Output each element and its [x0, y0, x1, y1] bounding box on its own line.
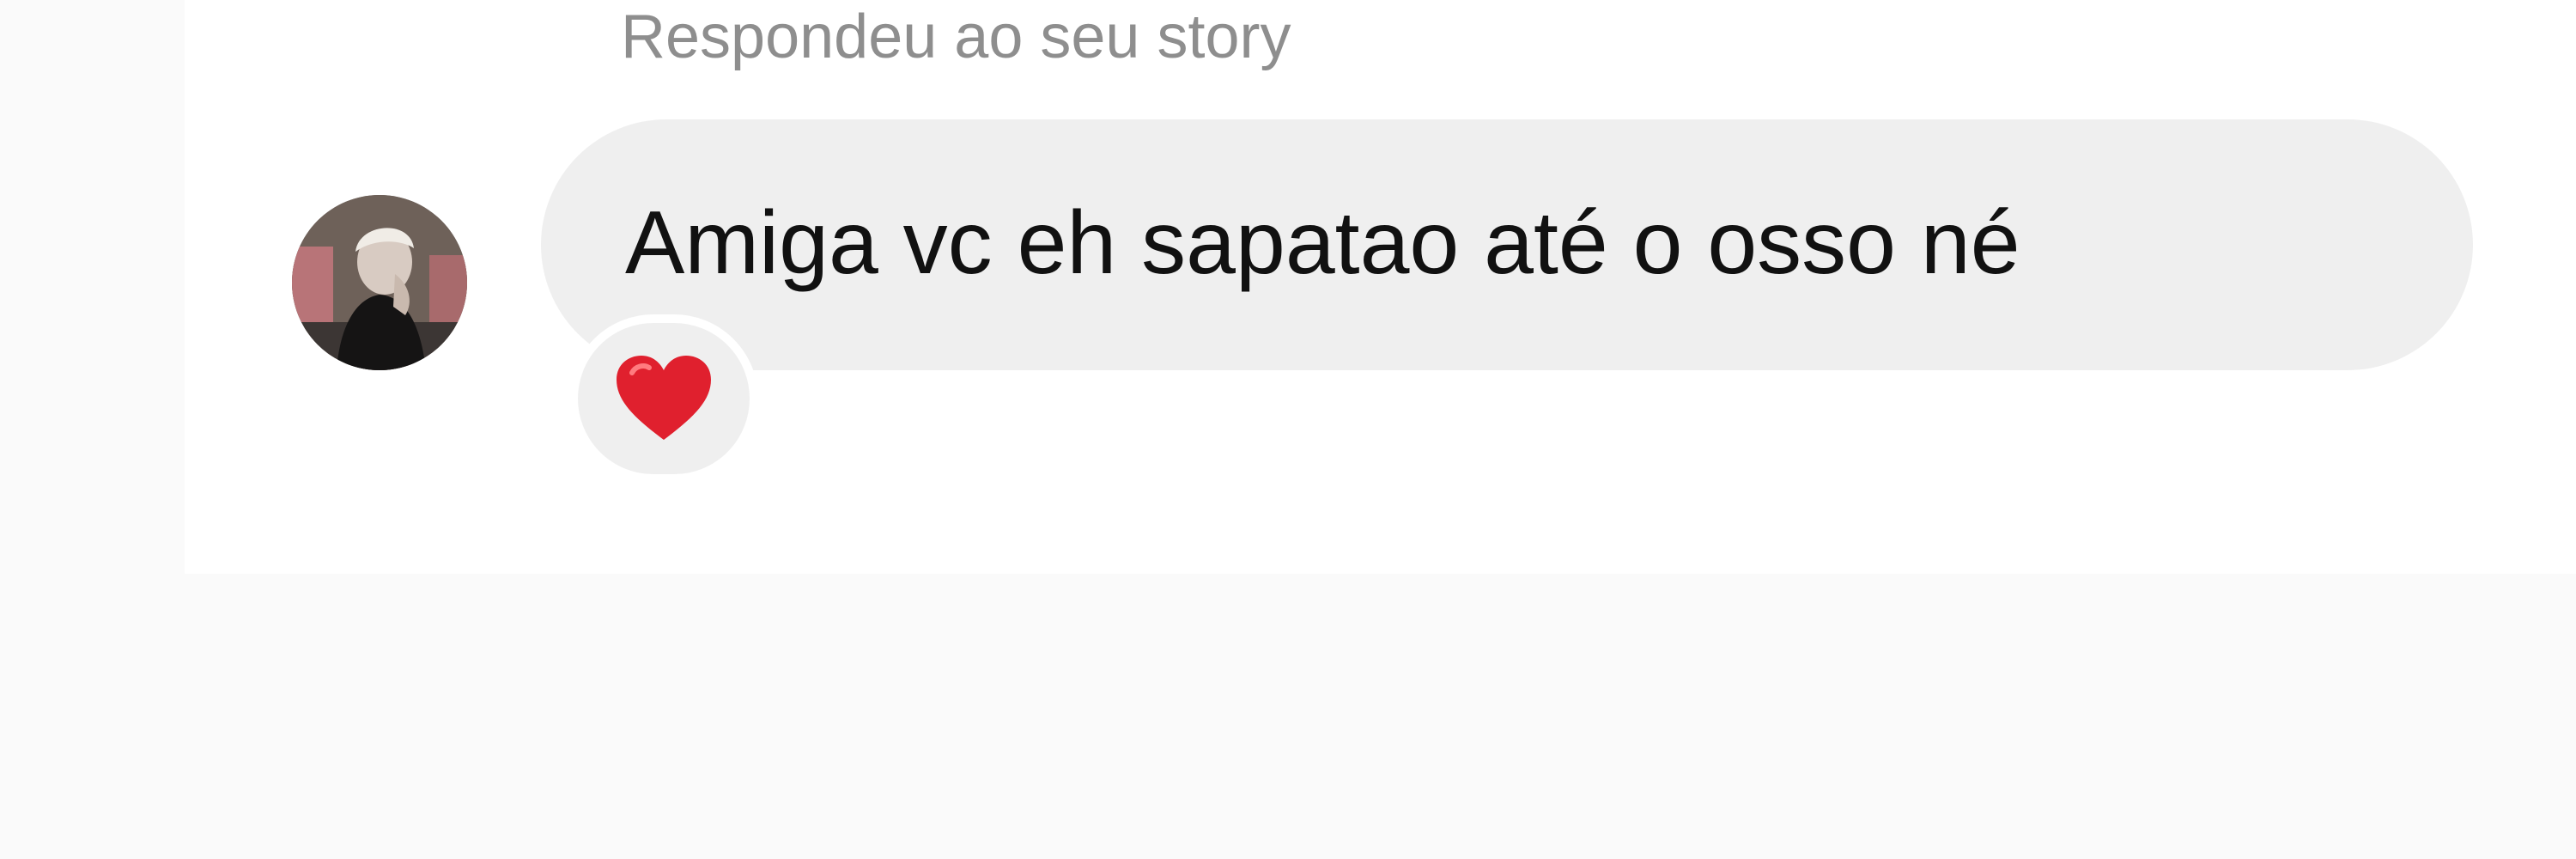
message-bubble[interactable]: Amiga vc eh sapatao até o osso né: [541, 119, 2473, 370]
reaction-badge[interactable]: [569, 314, 758, 483]
avatar-photo: [292, 195, 467, 370]
avatar[interactable]: [292, 195, 467, 370]
page: Respondeu ao seu story Amiga vc eh sapat…: [0, 0, 2576, 859]
message-text: Amiga vc eh sapatao até o osso né: [625, 193, 2020, 293]
chat-panel: Respondeu ao seu story Amiga vc eh sapat…: [185, 0, 2576, 574]
red-heart-icon: [617, 356, 711, 440]
message-row: Amiga vc eh sapatao até o osso né: [185, 0, 2576, 574]
